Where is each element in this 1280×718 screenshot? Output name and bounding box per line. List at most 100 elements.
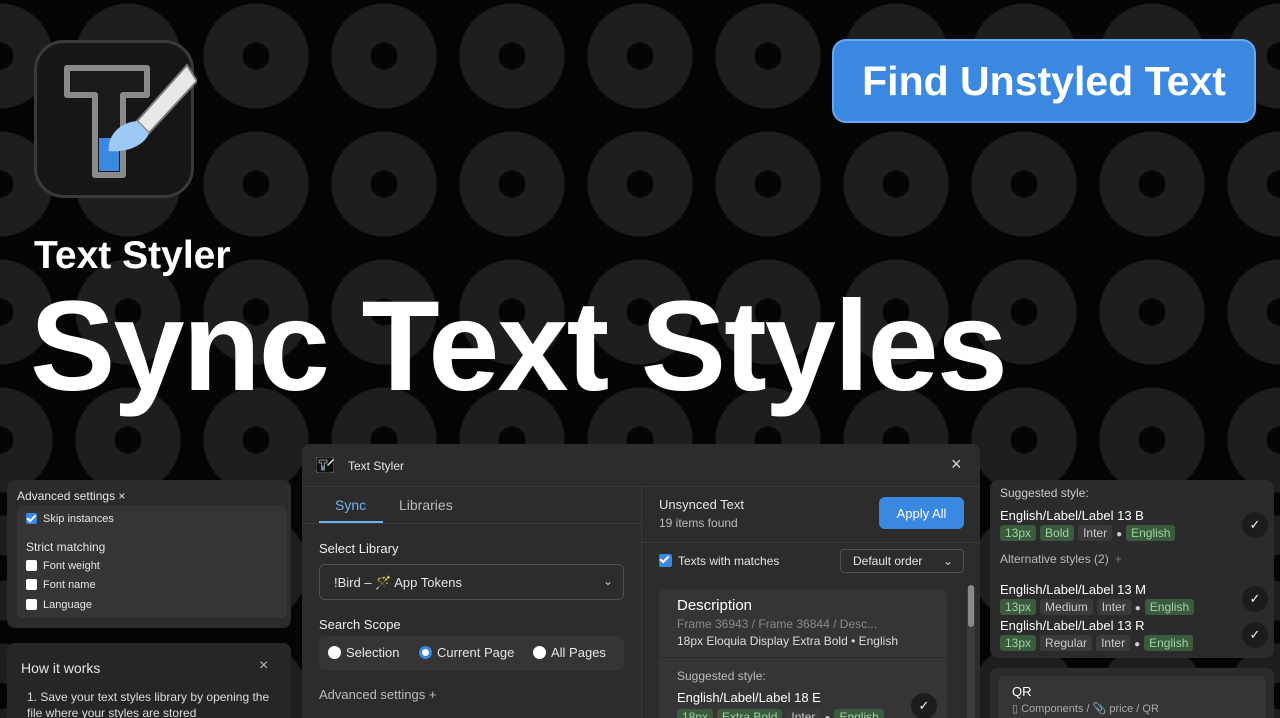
active-tab-indicator (319, 521, 383, 523)
sync-settings-column: Sync Libraries Select Library !Bird – 🪄 … (302, 487, 642, 718)
alt-style-tags: 13px Medium Inter ● English (1000, 598, 1198, 616)
alt-style-tags: 13px Regular Inter ● English (1000, 634, 1197, 652)
scope-all-pages-label: All Pages (551, 645, 606, 660)
text-layer-name: Description (677, 597, 753, 614)
results-column: Unsynced Text 19 items found Apply All T… (642, 487, 980, 718)
radio-icon[interactable] (533, 646, 546, 660)
dialog-header: Text Styler × (302, 444, 980, 487)
scope-current-page-label: Current Page (437, 645, 515, 660)
close-icon[interactable]: × (259, 657, 268, 675)
search-scope-radio-group: Selection Current Page All Pages (319, 636, 624, 670)
headline: Sync Text Styles (30, 275, 1008, 418)
tag-weight: Extra Bold (717, 709, 783, 718)
tag-font: Inter (1078, 525, 1113, 541)
apply-check-icon[interactable]: ✓ (1242, 512, 1268, 538)
advanced-settings-options: Skip instances Strict matching Font weig… (17, 506, 287, 618)
separator-dot: ● (1116, 529, 1123, 540)
close-icon[interactable]: × (951, 454, 962, 475)
style-tags: 18pxExtra BoldInter● English (677, 708, 888, 718)
items-found-count: 19 items found (659, 516, 738, 530)
order-select-value: Default order (853, 554, 923, 568)
qr-card[interactable]: QR ▯ Components / 📎 price / QR (998, 676, 1266, 718)
text-styler-logo (34, 40, 197, 198)
alt-style-name: English/Label/Label 13 M (1000, 582, 1146, 597)
apply-check-icon[interactable]: ✓ (1242, 586, 1268, 612)
how-it-works-title: How it works (21, 660, 101, 676)
text-layer-font: 18px Eloquia Display Extra Bold • Englis… (677, 634, 898, 648)
scope-current-page-radio[interactable]: Current Page (419, 645, 514, 660)
tag-font: Inter (1096, 599, 1131, 615)
tag-weight: Medium (1040, 599, 1093, 615)
tag-font: Inter (1096, 635, 1131, 651)
tag-weight: Regular (1040, 635, 1093, 651)
font-name-option[interactable]: Font name (26, 578, 96, 591)
advanced-settings-panel: Advanced settings × Skip instances Stric… (7, 480, 291, 628)
font-weight-label: Font weight (43, 560, 100, 572)
tab-sync[interactable]: Sync (335, 497, 366, 513)
divider (642, 542, 980, 543)
select-library-label: Select Library (319, 541, 399, 556)
separator-dot: ● (1134, 639, 1141, 650)
divider (659, 657, 947, 658)
order-select[interactable]: Default order ⌄ (840, 549, 964, 573)
suggested-style-name: English/Label/Label 13 B (1000, 508, 1144, 523)
separator-dot: ● (1134, 603, 1141, 614)
apply-check-icon[interactable]: ✓ (1242, 622, 1268, 648)
skip-instances-option[interactable]: Skip instances (26, 512, 114, 525)
unsynced-title: Unsynced Text (659, 497, 745, 512)
library-select[interactable]: !Bird – 🪄 App Tokens ⌄ (319, 564, 624, 600)
font-weight-option[interactable]: Font weight (26, 559, 100, 572)
tab-libraries[interactable]: Libraries (399, 497, 453, 513)
scope-selection-radio[interactable]: Selection (328, 645, 399, 660)
advanced-settings-title[interactable]: Advanced settings × (17, 489, 125, 503)
language-label: Language (43, 599, 92, 611)
tag-weight: Bold (1040, 525, 1075, 541)
suggested-style-name: English/Label/Label 18 E (677, 690, 821, 705)
results-scrollbar[interactable] (967, 585, 975, 718)
dialog-title: Text Styler (348, 459, 405, 473)
unsynced-text-card[interactable]: Description Frame 36943 / Frame 36844 / … (659, 589, 947, 718)
alternative-styles-label: Alternative styles (2) (1000, 552, 1109, 566)
checkbox-checked-icon[interactable] (659, 554, 672, 568)
scope-selection-label: Selection (346, 645, 400, 660)
plus-icon: + (1114, 552, 1122, 566)
advanced-settings-toggle[interactable]: Advanced settings + (319, 687, 436, 702)
suggestions-panel: Suggested style: English/Label/Label 13 … (990, 480, 1274, 658)
tag-language: English (1144, 599, 1195, 615)
language-option[interactable]: Language (26, 598, 92, 611)
how-it-works-panel: How it works × 1. Save your text styles … (7, 643, 291, 718)
search-scope-label: Search Scope (319, 617, 401, 632)
suggested-style-label: Suggested style: (677, 669, 766, 683)
alt-style-name: English/Label/Label 13 R (1000, 618, 1145, 633)
font-name-label: Font name (43, 579, 96, 591)
texts-with-matches-option[interactable]: Texts with matches (659, 554, 779, 568)
radio-selected-icon[interactable] (419, 646, 432, 660)
tag-size: 13px (1000, 635, 1037, 651)
tag-language: English (1144, 635, 1194, 651)
apply-all-button[interactable]: Apply All (879, 497, 964, 529)
separator-dot: ● (824, 713, 830, 718)
strict-matching-heading: Strict matching (26, 540, 106, 554)
tag-font: Inter (786, 709, 821, 718)
find-unstyled-text-button[interactable]: Find Unstyled Text (832, 39, 1256, 123)
checkbox-icon[interactable] (26, 598, 37, 610)
tag-size: 13px (1000, 599, 1037, 615)
text-styler-icon (316, 457, 334, 473)
library-select-value: !Bird – 🪄 App Tokens (334, 575, 462, 590)
file-icon: ▯ (1012, 703, 1022, 715)
apply-check-icon[interactable]: ✓ (911, 693, 937, 718)
checkbox-icon[interactable] (26, 559, 37, 571)
alternative-styles-toggle[interactable]: Alternative styles (2) + (1000, 552, 1122, 566)
how-it-works-text: 1. Save your text styles library by open… (27, 690, 270, 718)
radio-icon[interactable] (328, 646, 341, 660)
skip-instances-label: Skip instances (43, 513, 114, 525)
tag-size: 18px (677, 709, 714, 718)
texts-with-matches-label: Texts with matches (678, 554, 780, 568)
tag-language: English (1126, 525, 1176, 541)
qr-path-text: Components / 📎 price / QR (1021, 703, 1159, 715)
scope-all-pages-radio[interactable]: All Pages (533, 645, 606, 660)
qr-layer-name: QR (1012, 684, 1032, 699)
checkbox-icon[interactable] (26, 578, 37, 590)
checkbox-checked-icon[interactable] (26, 512, 37, 524)
chevron-down-icon: ⌄ (942, 554, 953, 568)
